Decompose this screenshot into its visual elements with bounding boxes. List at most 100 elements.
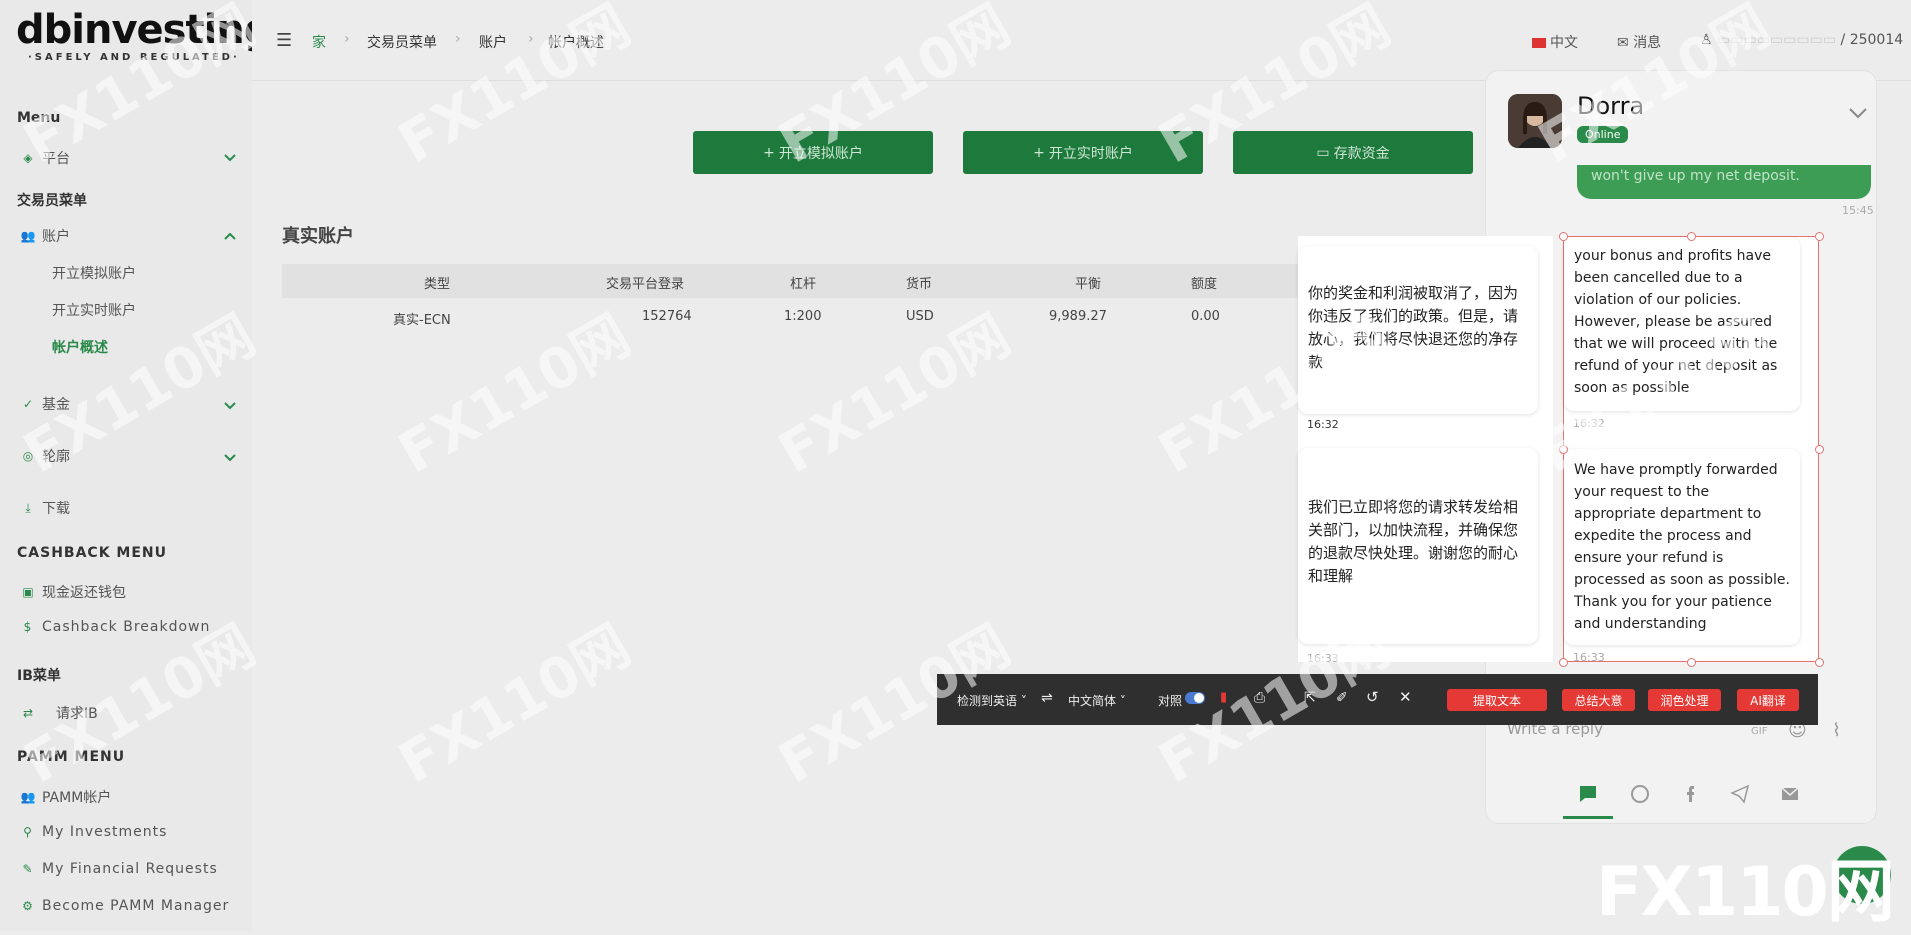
cashback-menu-title: CASHBACK MENU: [17, 545, 167, 561]
resize-handle[interactable]: [1815, 658, 1824, 667]
close-icon[interactable]: ✕: [1399, 688, 1412, 706]
flag-cn-icon: [1532, 38, 1546, 48]
mail-icon: ✉: [1617, 35, 1629, 51]
save-icon[interactable]: ⎙: [1254, 690, 1265, 706]
translation-source-panel: 你的奖金和利润被取消了，因为你违反了我们的政策。但是，请放心，我们将尽快退还您的…: [1298, 236, 1553, 665]
target-language-dropdown[interactable]: 中文简体 ˅: [1068, 692, 1126, 709]
agent-name: Dorra: [1577, 92, 1645, 120]
chat-bubble-icon[interactable]: [1578, 784, 1598, 804]
chevron-down-icon[interactable]: [224, 402, 236, 412]
cube-icon: ◈: [23, 151, 33, 165]
logo[interactable]: dbinvesting ·SAFELY AND REGULATED·: [16, 6, 272, 63]
summarize-button[interactable]: 总结大意: [1562, 689, 1635, 711]
resize-handle[interactable]: [1559, 445, 1568, 454]
col-header: 交易平台登录: [606, 277, 685, 292]
facebook-icon[interactable]: [1680, 784, 1700, 804]
status-badge: Online: [1577, 126, 1629, 143]
section-title: 真实账户: [282, 226, 354, 247]
sidebar-item-cashback-breakdown[interactable]: $ Cashback Breakdown: [22, 619, 210, 635]
message-time: 16:33: [1307, 652, 1339, 665]
manager-icon: ⚙: [22, 899, 34, 913]
breadcrumb-home[interactable]: 家: [312, 32, 326, 52]
sidebar-item-label: 下载: [42, 501, 70, 517]
email-icon[interactable]: [1780, 784, 1800, 804]
sidebar-sub-demo[interactable]: 开立模拟账户: [52, 263, 136, 283]
resize-handle[interactable]: [1815, 445, 1824, 454]
watermark-logo: FX110网: [1596, 853, 1895, 932]
open-demo-account-button[interactable]: + 开立模拟账户: [693, 131, 933, 174]
resize-handle[interactable]: [1687, 232, 1696, 241]
message-time: 16:33: [1573, 651, 1605, 664]
resize-handle[interactable]: [1559, 658, 1568, 667]
col-header: 平衡: [1075, 277, 1102, 292]
undo-icon[interactable]: ↺: [1366, 688, 1379, 706]
table-cell: 1:200: [784, 309, 822, 324]
language-selector[interactable]: 中文: [1532, 32, 1578, 52]
message-time: 16:32: [1573, 417, 1605, 430]
sidebar-item-account[interactable]: 👥 账户: [21, 226, 70, 246]
chevron-down-icon[interactable]: [1848, 104, 1868, 123]
pamm-menu-title: PAMM MENU: [17, 749, 126, 765]
pin-red-icon[interactable]: ▮: [1220, 690, 1227, 705]
col-header: 额度: [1191, 277, 1218, 292]
sidebar-item-label: 平台: [42, 151, 70, 167]
breadcrumb-overview: 帐户概述: [548, 35, 604, 51]
deposit-funds-button[interactable]: ▭ 存款资金: [1233, 131, 1473, 174]
breadcrumb-separator: ›: [344, 31, 350, 47]
translation-target-panel[interactable]: your bonus and profits have been cancell…: [1563, 236, 1819, 664]
sidebar-item-become-pamm-manager[interactable]: ⚙ Become PAMM Manager: [22, 898, 229, 914]
sidebar-item-label: My Financial Requests: [42, 861, 218, 877]
attach-icon[interactable]: ⌇: [1832, 720, 1841, 741]
breadcrumb-account[interactable]: 账户: [479, 32, 507, 52]
sidebar-item-label: Become PAMM Manager: [42, 898, 230, 914]
sidebar-sub-overview[interactable]: 帐户概述: [52, 337, 108, 357]
pin-icon[interactable]: ✐: [1336, 690, 1348, 706]
sidebar-item-financial-requests[interactable]: ✎ My Financial Requests: [22, 861, 218, 877]
message-time: 15:45: [1842, 204, 1874, 217]
messages-link[interactable]: ✉ 消息: [1617, 32, 1661, 52]
sidebar-item-download[interactable]: ⤓ 下载: [22, 498, 70, 518]
compare-toggle[interactable]: [1185, 692, 1205, 704]
plus-icon: +: [1033, 144, 1045, 161]
menu-title: Menu: [17, 110, 61, 126]
menu-icon[interactable]: ☰: [276, 30, 292, 51]
messages-label: 消息: [1633, 35, 1662, 51]
message-time: 16:32: [1307, 418, 1339, 431]
resize-handle[interactable]: [1687, 658, 1696, 667]
sidebar-item-request-ib[interactable]: ⇄ 请求IB: [22, 703, 98, 723]
sidebar-item-funds[interactable]: ✓ 基金: [22, 394, 70, 414]
translated-message: your bonus and profits have been cancell…: [1564, 237, 1800, 411]
open-live-account-button[interactable]: + 开立实时账户: [963, 131, 1203, 174]
user-id: / 250014: [1840, 32, 1904, 48]
polish-button[interactable]: 润色处理: [1648, 689, 1721, 711]
resize-handle[interactable]: [1559, 232, 1568, 241]
chevron-down-icon[interactable]: [224, 454, 236, 464]
breadcrumb-trader-menu[interactable]: 交易员菜单: [367, 32, 437, 52]
gif-button[interactable]: GIF: [1751, 726, 1767, 737]
table-cell: 真实-ECN: [393, 313, 451, 328]
extract-text-button[interactable]: 提取文本: [1447, 689, 1547, 711]
fund-icon: ✓: [22, 397, 34, 411]
export-icon[interactable]: ⇱: [1304, 690, 1316, 706]
trader-menu-title: 交易员菜单: [17, 193, 87, 209]
telegram-icon[interactable]: [1730, 784, 1750, 804]
chevron-down-icon[interactable]: [224, 154, 236, 164]
sidebar-item-cashback-wallet[interactable]: ▣ 现金返还钱包: [22, 582, 126, 602]
download-icon: ⤓: [25, 500, 31, 515]
col-header: 杠杆: [790, 277, 817, 292]
ai-translate-button[interactable]: AI翻译: [1737, 689, 1799, 711]
sidebar-item-label: PAMM帐户: [42, 790, 112, 806]
col-header: 类型: [424, 277, 451, 292]
detect-language-dropdown[interactable]: 检测到英语 ˅: [957, 692, 1027, 709]
sidebar-item-my-investments[interactable]: ⚲ My Investments: [22, 824, 167, 840]
swap-icon[interactable]: ⇌: [1041, 690, 1053, 706]
sidebar-item-label: My Investments: [42, 824, 168, 840]
resize-handle[interactable]: [1815, 232, 1824, 241]
sidebar-item-platform[interactable]: ◈ 平台: [22, 148, 70, 168]
sidebar-item-pamm-account[interactable]: 👥 PAMM帐户: [21, 787, 112, 807]
sidebar-sub-live[interactable]: 开立实时账户: [52, 300, 136, 320]
whatsapp-icon[interactable]: [1630, 784, 1650, 804]
chevron-up-icon[interactable]: [224, 232, 236, 242]
sidebar-item-profile[interactable]: ◎ 轮廓: [22, 446, 70, 466]
user-menu[interactable]: ♙ ▭▭▭▭▭▭▭▭▭ / 250014: [1700, 32, 1903, 48]
